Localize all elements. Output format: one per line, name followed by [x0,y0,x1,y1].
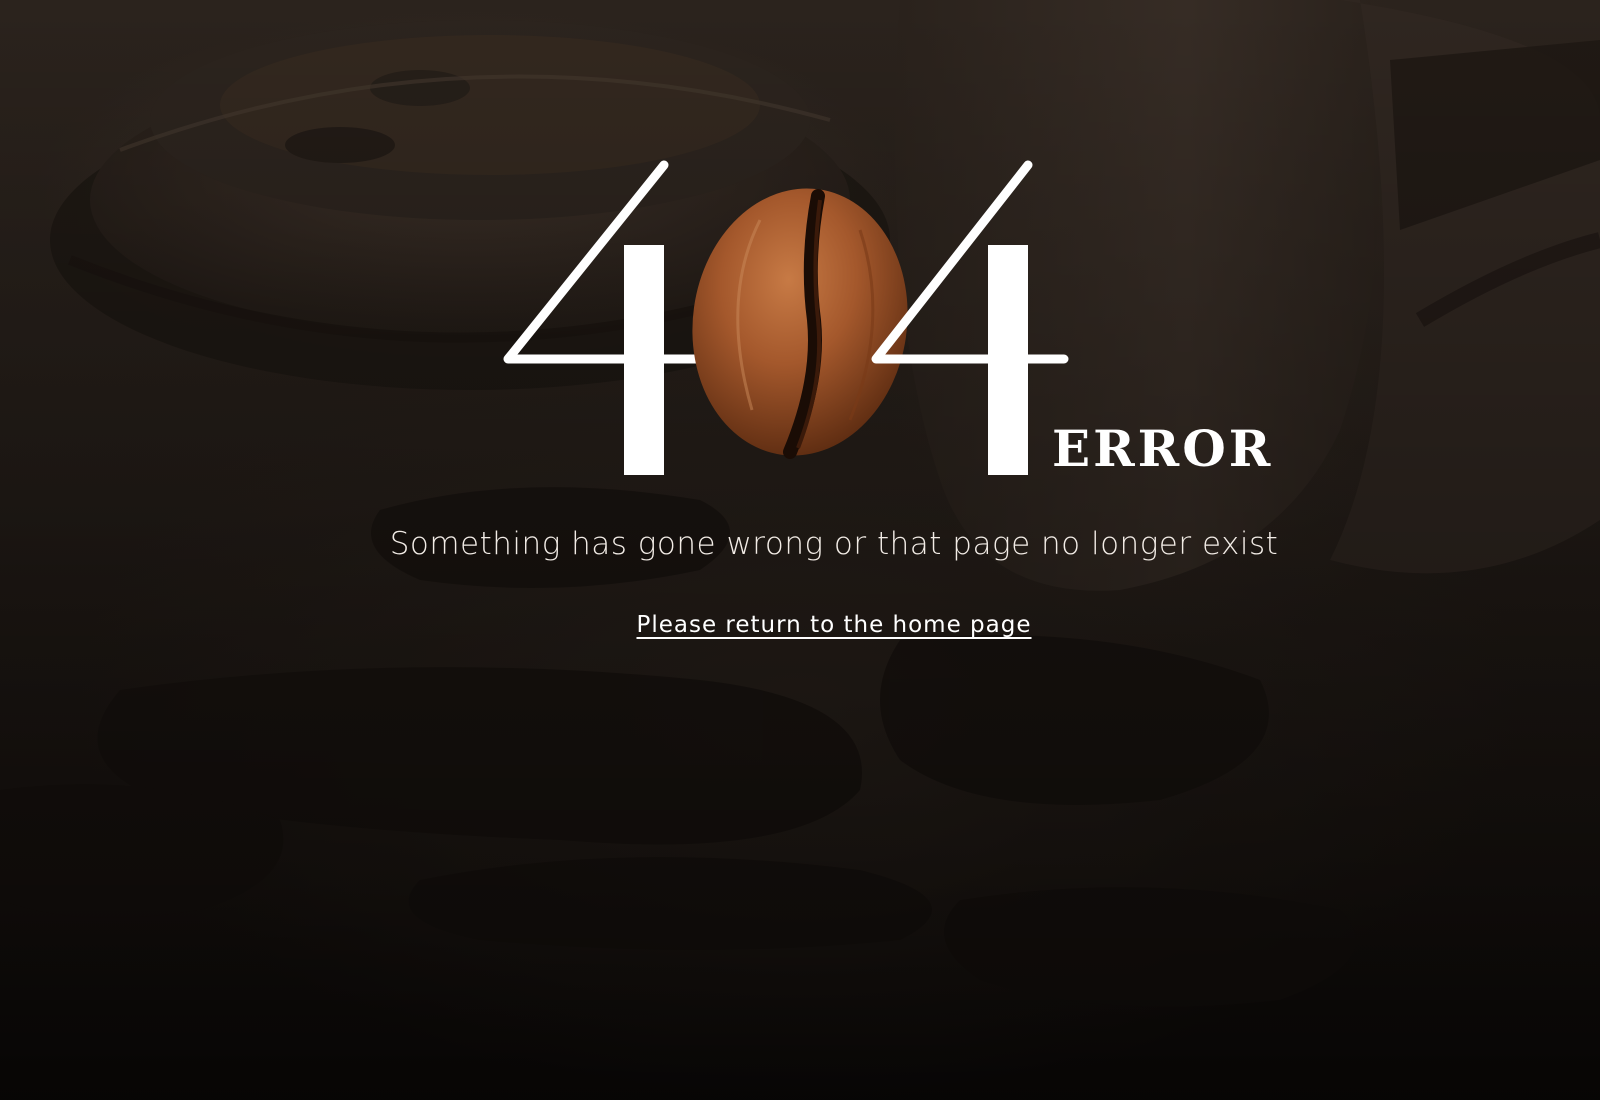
coffee-bean-icon [692,188,908,459]
error-message: Something has gone wrong or that page no… [389,526,1279,562]
digit-four-left [503,160,701,475]
home-page-link[interactable]: Please return to the home page [0,612,1600,638]
digit-four-right [871,160,1069,475]
error-label: ERROR [1052,419,1274,478]
error-page: ERROR Something has gone wrong or that p… [0,0,1600,1100]
